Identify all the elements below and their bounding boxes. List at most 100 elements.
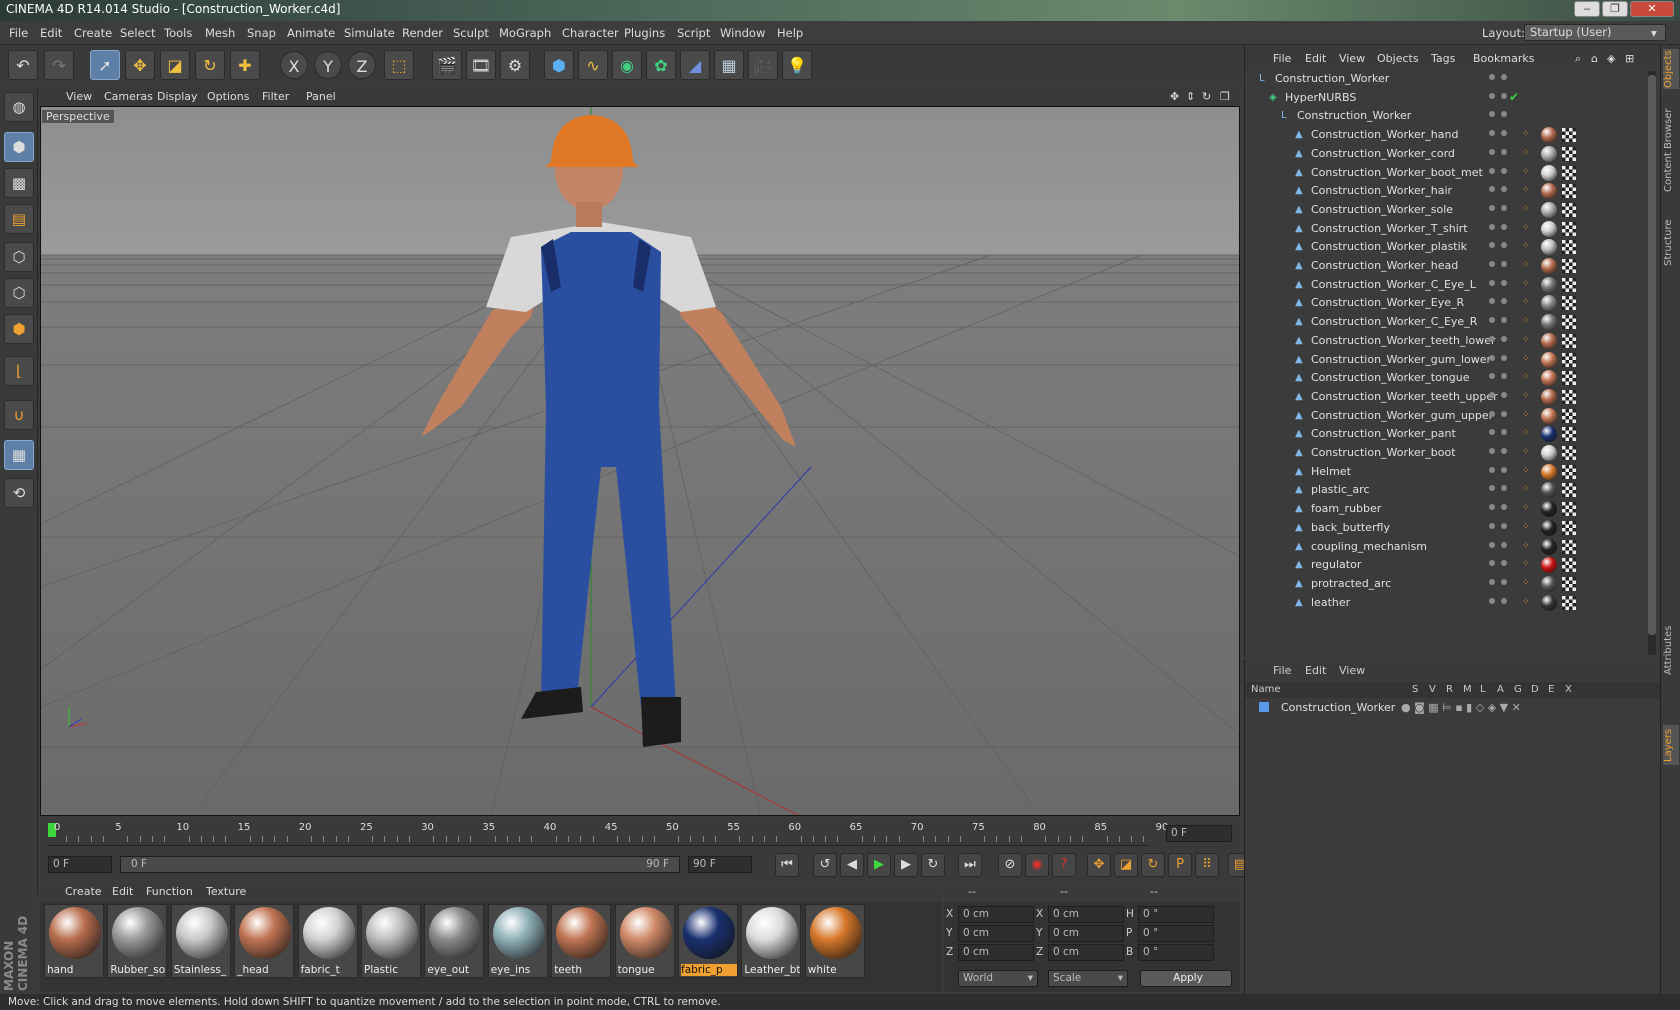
obj-menu-bookmarks[interactable]: Bookmarks bbox=[1473, 52, 1534, 65]
editor-visibility-dot[interactable] bbox=[1489, 522, 1495, 529]
phong-tag-icon[interactable]: ⁘ bbox=[1522, 223, 1532, 233]
coord-av-field[interactable]: 0 cm bbox=[958, 906, 1034, 923]
menu-animate[interactable]: Animate bbox=[287, 26, 335, 40]
home-icon[interactable]: ⌂ bbox=[1591, 52, 1598, 65]
mograph-cloner-icon[interactable]: ✿ bbox=[646, 50, 676, 80]
object-row[interactable]: ▲ protracted_arc ⁘ bbox=[1245, 574, 1645, 594]
texture-tag-icon[interactable] bbox=[1562, 165, 1576, 180]
phong-tag-icon[interactable]: ⁘ bbox=[1522, 559, 1532, 569]
apply-button[interactable]: Apply bbox=[1140, 970, 1232, 987]
next-key-icon[interactable]: ↻ bbox=[921, 853, 945, 877]
prev-frame-icon[interactable]: ◀ bbox=[840, 853, 864, 877]
material-swatch[interactable]: eye_ins bbox=[487, 904, 548, 978]
object-row[interactable]: L Construction_Worker bbox=[1245, 69, 1645, 89]
menu-sculpt[interactable]: Sculpt bbox=[453, 26, 489, 40]
render-visibility-dot[interactable] bbox=[1501, 111, 1507, 118]
mat-menu-texture[interactable]: Texture bbox=[206, 885, 246, 898]
mat-menu-edit[interactable]: Edit bbox=[112, 885, 133, 898]
viewport-menu-filter[interactable]: Filter bbox=[262, 90, 289, 103]
go-to-start-icon[interactable]: ⏮ bbox=[775, 853, 799, 877]
phong-tag-icon[interactable]: ⁘ bbox=[1522, 241, 1532, 251]
render-picture-viewer-icon[interactable]: 🎞 bbox=[466, 50, 496, 80]
render-visibility-dot[interactable] bbox=[1501, 410, 1507, 417]
texture-mode-icon[interactable]: ▩ bbox=[4, 168, 34, 198]
texture-tag-icon[interactable] bbox=[1562, 408, 1576, 423]
select-tool-icon[interactable]: ➚ bbox=[90, 50, 120, 80]
key-param-icon[interactable]: P bbox=[1168, 853, 1192, 877]
editor-visibility-dot[interactable] bbox=[1489, 186, 1495, 193]
phong-tag-icon[interactable]: ⁘ bbox=[1522, 279, 1532, 289]
material-tag-icon[interactable] bbox=[1541, 538, 1557, 555]
object-row[interactable]: ▲ Helmet ⁘ bbox=[1245, 462, 1645, 482]
material-tag-icon[interactable] bbox=[1541, 575, 1557, 592]
menu-character[interactable]: Character bbox=[562, 26, 619, 40]
menu-render[interactable]: Render bbox=[402, 26, 443, 40]
editor-visibility-dot[interactable] bbox=[1489, 429, 1495, 436]
object-row[interactable]: ▲ Construction_Worker_teeth_upper ⁘ bbox=[1245, 387, 1645, 407]
tab-objects[interactable]: Objects bbox=[1663, 49, 1679, 89]
coordinate-system-icon[interactable]: ⬚ bbox=[384, 50, 414, 80]
menu-file[interactable]: File bbox=[9, 26, 28, 40]
x-axis-lock-button[interactable]: X bbox=[280, 51, 308, 79]
material-swatch[interactable]: _head bbox=[234, 904, 295, 978]
obj-menu-tags[interactable]: Tags bbox=[1431, 52, 1455, 65]
editor-visibility-dot[interactable] bbox=[1489, 560, 1495, 567]
undo-icon[interactable]: ↶ bbox=[8, 50, 38, 80]
tab-layers[interactable]: Layers bbox=[1663, 725, 1679, 765]
material-swatch[interactable]: Rubber_so bbox=[107, 904, 168, 978]
object-row[interactable]: ▲ Construction_Worker_gum_upper ⁘ bbox=[1245, 406, 1645, 426]
coord-space-dropdown[interactable]: World ▾ bbox=[958, 970, 1038, 987]
nurbs-icon[interactable]: ◉ bbox=[612, 50, 642, 80]
phong-tag-icon[interactable]: ⁘ bbox=[1522, 167, 1532, 177]
key-rotation-icon[interactable]: ↻ bbox=[1141, 853, 1165, 877]
editor-visibility-dot[interactable] bbox=[1489, 298, 1495, 305]
current-frame-field[interactable]: 0 F bbox=[1166, 825, 1232, 842]
menu-edit[interactable]: Edit bbox=[40, 26, 62, 40]
material-tag-icon[interactable] bbox=[1541, 482, 1557, 499]
render-settings-icon[interactable]: ⚙ bbox=[500, 50, 530, 80]
viewport-menu-panel[interactable]: Panel bbox=[306, 90, 336, 103]
material-tag-icon[interactable] bbox=[1541, 463, 1557, 480]
material-swatch[interactable]: hand bbox=[44, 904, 104, 978]
obj-menu-view[interactable]: View bbox=[1339, 52, 1365, 65]
object-row[interactable]: ▲ Construction_Worker_C_Eye_L ⁘ bbox=[1245, 275, 1645, 295]
next-frame-icon[interactable]: ▶ bbox=[894, 853, 918, 877]
phong-tag-icon[interactable]: ⁘ bbox=[1522, 354, 1532, 364]
autokey-icon[interactable]: ? bbox=[1052, 853, 1076, 877]
object-row[interactable]: ▲ coupling_mechanism ⁘ bbox=[1245, 537, 1645, 557]
render-visibility-dot[interactable] bbox=[1501, 167, 1507, 174]
object-row[interactable]: ▲ Construction_Worker_Eye_R ⁘ bbox=[1245, 293, 1645, 313]
phong-tag-icon[interactable]: ⁘ bbox=[1522, 447, 1532, 457]
render-visibility-dot[interactable] bbox=[1501, 279, 1507, 286]
editor-visibility-dot[interactable] bbox=[1489, 597, 1495, 604]
coord-mode-dropdown[interactable]: Scale ▾ bbox=[1048, 970, 1128, 987]
menu-help[interactable]: Help bbox=[777, 26, 803, 40]
camera-icon[interactable]: 🎥 bbox=[748, 50, 778, 80]
coord-av-field[interactable]: 0 cm bbox=[958, 925, 1034, 942]
coord-bv-field[interactable]: 0 cm bbox=[1048, 906, 1124, 923]
object-row[interactable]: ▲ regulator ⁘ bbox=[1245, 555, 1645, 575]
tab-content-browser[interactable]: Content Browser bbox=[1663, 95, 1679, 205]
object-row[interactable]: ▲ Construction_Worker_boot_met ⁘ bbox=[1245, 163, 1645, 183]
texture-tag-icon[interactable] bbox=[1562, 389, 1576, 404]
texture-tag-icon[interactable] bbox=[1562, 539, 1576, 554]
material-tag-icon[interactable] bbox=[1541, 445, 1557, 461]
texture-tag-icon[interactable] bbox=[1562, 520, 1576, 535]
coord-bv-field[interactable]: 0 cm bbox=[1048, 925, 1124, 942]
workplane-lock-icon[interactable]: ▦ bbox=[4, 440, 34, 470]
render-visibility-dot[interactable] bbox=[1501, 335, 1507, 342]
phong-tag-icon[interactable]: ⁘ bbox=[1522, 148, 1532, 158]
editor-visibility-dot[interactable] bbox=[1489, 279, 1495, 286]
material-swatch[interactable]: white bbox=[804, 904, 865, 978]
viewport-menu-view[interactable]: View bbox=[66, 90, 92, 103]
render-visibility-dot[interactable] bbox=[1501, 204, 1507, 211]
render-visibility-dot[interactable] bbox=[1501, 522, 1507, 529]
editor-visibility-dot[interactable] bbox=[1489, 335, 1495, 342]
menu-snap[interactable]: Snap bbox=[247, 26, 276, 40]
scale-tool-icon[interactable]: ◪ bbox=[160, 50, 190, 80]
texture-tag-icon[interactable] bbox=[1562, 128, 1576, 143]
layer-flags-icon[interactable]: ● ◙ ▦ ⊨ ▪ ▮ ◇ ◈ ▼ ✕ bbox=[1401, 701, 1521, 714]
key-scale-icon[interactable]: ◪ bbox=[1114, 853, 1138, 877]
material-swatch[interactable]: teeth bbox=[551, 904, 612, 978]
key-position-icon[interactable]: ✥ bbox=[1087, 853, 1111, 877]
